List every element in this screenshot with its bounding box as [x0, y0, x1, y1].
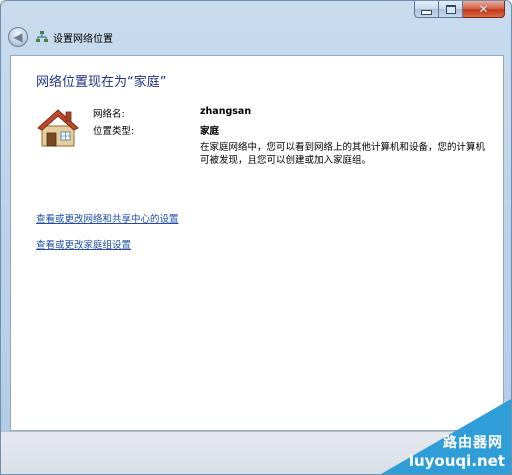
- caption-buttons: ✕: [414, 1, 505, 19]
- title-bar: ◀ 设置网络位置: [1, 21, 511, 53]
- watermark-cn-text: 路由器网: [443, 435, 503, 451]
- close-button[interactable]: ✕: [463, 1, 505, 18]
- page-title: 网络位置现在为“家庭”: [36, 75, 167, 90]
- maximize-button[interactable]: [439, 1, 463, 18]
- maximize-icon: [445, 4, 456, 14]
- close-icon: ✕: [478, 2, 489, 16]
- back-arrow-icon: ◀: [13, 29, 23, 44]
- home-icon: [37, 109, 79, 147]
- watermark: 路由器网 luyouqi.net: [381, 399, 511, 474]
- minimize-button[interactable]: [414, 1, 439, 18]
- network-name-label: 网络名:: [93, 109, 125, 120]
- dialog-window: ✕ ◀ 设置网络位置 网络位置现在为“家庭” 网络名: zhangsan 位置类…: [0, 0, 512, 475]
- network-name-value: zhangsan: [200, 106, 252, 117]
- location-type-value: 家庭: [200, 126, 220, 137]
- back-button[interactable]: ◀: [8, 27, 28, 47]
- minimize-icon: [421, 9, 432, 15]
- network-sharing-center-link[interactable]: 查看或更改网络和共享中心的设置: [36, 211, 179, 225]
- watermark-url-text: luyouqi.net: [408, 452, 505, 470]
- location-description: 在家庭网络中，您可以看到网络上的其他计算机和设备，您的计算机可被发现，且您可以创…: [200, 142, 486, 166]
- content-panel: 网络位置现在为“家庭” 网络名: zhangsan 位置类型: 家庭 在家庭网络…: [10, 55, 504, 431]
- window-title: 设置网络位置: [53, 33, 113, 45]
- location-type-label: 位置类型:: [93, 126, 135, 137]
- network-icon: [36, 31, 48, 42]
- homegroup-settings-link[interactable]: 查看或更改家庭组设置: [36, 237, 131, 251]
